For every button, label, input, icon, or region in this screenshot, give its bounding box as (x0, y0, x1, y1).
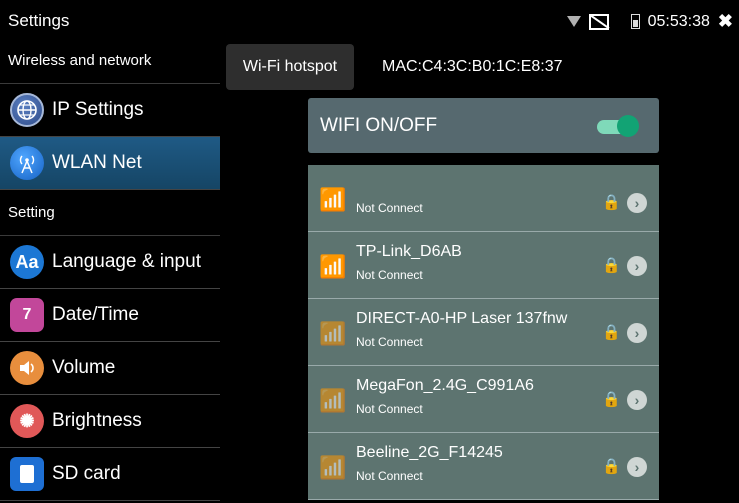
tab-wifi-hotspot[interactable]: Wi-Fi hotspot (226, 44, 354, 90)
network-name: Beeline_2G_F14245 (356, 444, 503, 461)
network-row[interactable]: 📶 TP-Link_D6AB Not Connect 🔒 › (308, 232, 659, 299)
lock-icon: 🔒 (602, 458, 621, 475)
lock-icon: 🔒 (602, 324, 621, 341)
chevron-right-icon[interactable]: › (627, 390, 647, 410)
sidebar-item-label: Brightness (52, 410, 142, 431)
no-sim-icon (588, 13, 609, 30)
calendar-icon: 7 (10, 298, 44, 332)
globe-icon (10, 93, 44, 127)
network-status: Not Connect (356, 335, 423, 349)
network-status: Not Connect (356, 268, 423, 282)
antenna-icon (10, 146, 44, 180)
wifi-toggle-switch[interactable] (597, 114, 639, 137)
network-status: Not Connect (356, 402, 423, 416)
sdcard-icon (10, 457, 44, 491)
brightness-icon: ✺ (10, 404, 44, 438)
section-header-setting: Setting (0, 190, 220, 236)
language-icon: Aa (10, 245, 44, 279)
clock: 05:53:38 (647, 12, 710, 30)
network-row[interactable]: 📶 Beeline_2G_F14245 Not Connect 🔒 › (308, 433, 659, 500)
wifi-signal-icon: 📶 (319, 388, 347, 413)
sidebar-item-volume[interactable]: Volume (0, 342, 220, 395)
lock-icon: 🔒 (602, 194, 621, 211)
wifi-toggle-panel: WIFI ON/OFF (308, 98, 659, 153)
network-status: Not Connect (356, 201, 423, 215)
sidebar: Wireless and network IP Settings WLAN Ne… (0, 38, 220, 503)
chevron-right-icon[interactable]: › (627, 457, 647, 477)
network-row[interactable]: 📶 DIRECT-A0-HP Laser 137fnw Not Connect … (308, 299, 659, 366)
network-row[interactable]: 📶 Not Connect 🔒 › (308, 165, 659, 232)
sidebar-item-ip-settings[interactable]: IP Settings (0, 84, 220, 137)
speaker-icon (10, 351, 44, 385)
sidebar-item-label: Language & input (52, 251, 201, 272)
chevron-right-icon[interactable]: › (627, 256, 647, 276)
network-name: MegaFon_2.4G_C991A6 (356, 377, 534, 394)
sidebar-item-brightness[interactable]: ✺ Brightness (0, 395, 220, 448)
sidebar-item-sd-card[interactable]: SD card (0, 448, 220, 501)
wifi-toggle-label: WIFI ON/OFF (320, 114, 438, 136)
sidebar-item-wlan-net[interactable]: WLAN Net (0, 137, 220, 190)
sidebar-item-label: WLAN Net (52, 152, 142, 173)
sidebar-item-label: Date/Time (52, 304, 139, 325)
battery-icon (630, 14, 640, 29)
network-status: Not Connect (356, 469, 423, 483)
sidebar-item-language[interactable]: Aa Language & input (0, 236, 220, 289)
network-name: DIRECT-A0-HP Laser 137fnw (356, 310, 568, 327)
lock-icon: 🔒 (602, 391, 621, 408)
status-icons: 05:53:38 ✖ (566, 11, 733, 32)
network-row[interactable]: 📶 MegaFon_2.4G_C991A6 Not Connect 🔒 › (308, 366, 659, 433)
app-title: Settings (8, 11, 70, 30)
wifi-signal-icon: 📶 (319, 455, 347, 480)
sidebar-item-label: IP Settings (52, 99, 144, 120)
status-bar: Settings 05:53:38 ✖ (0, 0, 739, 38)
chevron-right-icon[interactable]: › (627, 323, 647, 343)
wifi-signal-icon: 📶 (319, 187, 347, 212)
network-list: 📶 Not Connect 🔒 › 📶 TP-Link_D6AB Not Con… (308, 165, 659, 500)
network-name: TP-Link_D6AB (356, 243, 462, 260)
wifi-signal-icon: 📶 (319, 321, 347, 346)
sidebar-item-label: SD card (52, 463, 121, 484)
lock-icon: 🔒 (602, 257, 621, 274)
section-header-wireless: Wireless and network (0, 38, 220, 84)
mac-address: MAC:C4:3C:B0:1C:E8:37 (382, 58, 563, 75)
close-icon[interactable]: ✖ (718, 11, 733, 32)
sidebar-item-date-time[interactable]: 7 Date/Time (0, 289, 220, 342)
wifi-signal-icon (566, 16, 581, 27)
wifi-signal-icon: 📶 (319, 254, 347, 279)
chevron-right-icon[interactable]: › (627, 193, 647, 213)
sidebar-item-label: Volume (52, 357, 116, 378)
